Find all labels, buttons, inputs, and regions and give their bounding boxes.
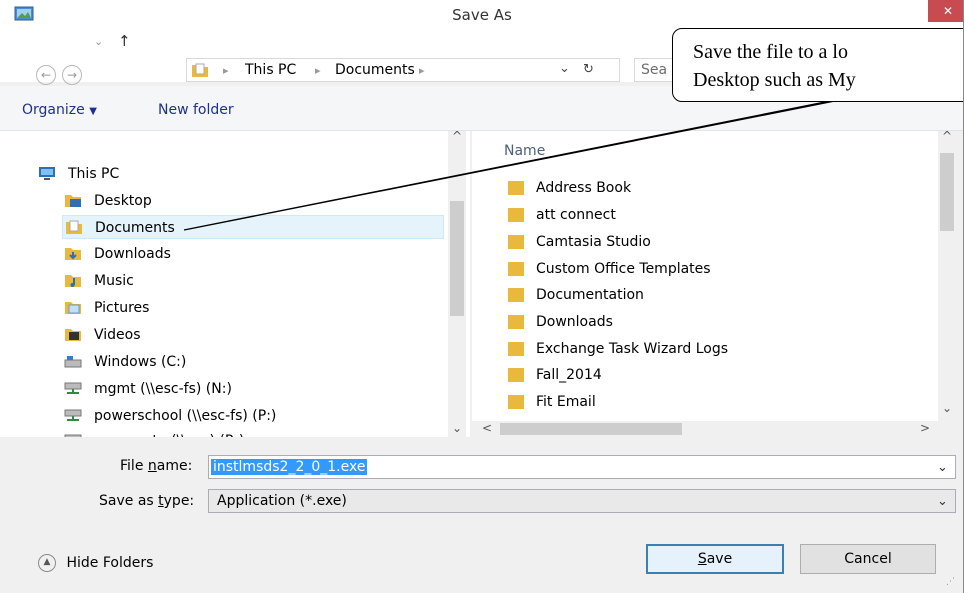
file-list-horizontal-scrollbar[interactable]: < > [472, 421, 938, 437]
address-dropdown-icon[interactable]: ⌄ [559, 61, 570, 76]
callout-line-2: Desktop such as My [693, 69, 856, 91]
navigation-scrollbar[interactable]: ^ ⌄ [448, 129, 466, 437]
scrollbar-thumb[interactable] [450, 201, 464, 316]
organize-button[interactable]: Organize ▼ [22, 102, 97, 118]
up-arrow-icon[interactable]: ↑ [118, 32, 131, 50]
nav-item-label: Videos [94, 327, 141, 343]
hide-folders-button[interactable]: ▲ Hide Folders [38, 554, 153, 572]
nav-item-label: Downloads [94, 246, 171, 262]
downloads-folder-icon [65, 248, 81, 260]
nav-item-documents[interactable]: Documents [62, 215, 444, 239]
folder-icon [508, 288, 524, 302]
pictures-folder-icon [65, 302, 81, 314]
resize-grip-icon[interactable]: ⋰ [946, 577, 955, 587]
window-title: Save As [452, 6, 512, 24]
cancel-button[interactable]: Cancel [800, 544, 936, 574]
close-button[interactable]: ✕ [928, 0, 963, 22]
save-as-dialog: Save As ✕ ← → ⌄ ↑ ▸ This PC ▸ Documents … [0, 0, 964, 593]
documents-folder-icon [66, 220, 82, 234]
file-name-field[interactable]: instlmsds2_2_0_1.exe ⌄ [208, 455, 956, 479]
network-drive-icon [64, 382, 82, 394]
organize-label: Organize [22, 102, 85, 118]
refresh-icon[interactable]: ↻ [583, 62, 594, 77]
scroll-up-icon[interactable]: ^ [452, 129, 462, 143]
nav-item-label: Documents [95, 220, 175, 236]
tutorial-callout: Save the file to a lo Desktop such as My [672, 28, 963, 102]
nav-item-label: This PC [68, 166, 120, 182]
videos-folder-icon [65, 329, 81, 341]
folder-icon [508, 181, 524, 195]
breadcrumb-separator-icon: ▸ [315, 64, 321, 77]
breadcrumb-this-pc[interactable]: This PC [245, 62, 296, 78]
folder-icon [508, 262, 524, 276]
computer-icon [39, 167, 55, 180]
documents-folder-icon [192, 63, 208, 77]
recent-locations-chevron-icon[interactable]: ⌄ [94, 35, 103, 48]
close-icon: ✕ [942, 4, 954, 18]
nav-item-label: mgmt (\\esc-fs) (N:) [94, 381, 232, 397]
folder-icon [508, 235, 524, 249]
nav-item-label: Windows (C:) [94, 354, 187, 370]
drive-icon [64, 356, 82, 368]
title-bar: Save As ✕ [0, 0, 963, 30]
save-options-area: File name: instlmsds2_2_0_1.exe ⌄ Save a… [0, 437, 963, 593]
save-type-select[interactable]: Application (*.exe) ⌄ [208, 489, 956, 513]
music-folder-icon [65, 275, 81, 287]
nav-item-label: Pictures [94, 300, 150, 316]
scroll-down-icon[interactable]: ⌄ [452, 421, 462, 435]
scrollbar-thumb[interactable] [940, 153, 954, 231]
save-button[interactable]: Save [646, 544, 784, 574]
scrollbar-thumb[interactable] [500, 423, 682, 435]
desktop-folder-icon [65, 195, 81, 207]
hide-folders-label: Hide Folders [66, 555, 154, 571]
folder-icon [508, 368, 524, 382]
file-name-dropdown-icon[interactable]: ⌄ [937, 457, 948, 479]
new-folder-button[interactable]: New folder [158, 102, 234, 118]
back-arrow-icon: ← [40, 68, 52, 82]
file-name-value: instlmsds2_2_0_1.exe [211, 459, 368, 475]
back-button[interactable]: ← [36, 65, 56, 85]
scroll-down-icon[interactable]: ⌄ [942, 401, 952, 415]
folder-icon [508, 208, 524, 222]
file-name-label: File name: [120, 458, 193, 474]
scroll-right-icon[interactable]: > [920, 421, 930, 435]
forward-button[interactable]: → [62, 65, 82, 85]
nav-item-label: roommate (\\esc) (R:) [94, 429, 244, 437]
folder-icon [508, 315, 524, 329]
column-header-name[interactable]: Name [504, 143, 545, 159]
search-placeholder: Sea [641, 62, 668, 78]
file-list: Name Address Book att connect Camtasia S… [472, 131, 938, 421]
scroll-up-icon[interactable]: ^ [942, 129, 952, 143]
folder-icon [508, 395, 524, 409]
navigation-pane: This PC Desktop Documents Downloads Musi… [0, 131, 470, 437]
nav-item-label: Desktop [94, 193, 152, 209]
breadcrumb-separator-icon: ▸ [223, 64, 229, 77]
breadcrumb-documents[interactable]: Documents [335, 62, 415, 78]
save-type-label: Save as type: [99, 493, 195, 509]
address-bar[interactable]: ▸ This PC ▸ Documents ▸ ⌄ ↻ [186, 58, 620, 82]
nav-item-label: powerschool (\\esc-fs) (P:) [94, 408, 277, 424]
dropdown-arrow-icon: ▼ [89, 106, 97, 117]
nav-item-label: Music [94, 273, 134, 289]
network-drive-icon [64, 409, 82, 421]
folder-icon [508, 342, 524, 356]
forward-arrow-icon: → [66, 68, 78, 82]
save-type-dropdown-icon[interactable]: ⌄ [937, 491, 948, 513]
file-list-scrollbar[interactable]: ^ ⌄ [938, 129, 956, 421]
breadcrumb-separator-icon: ▸ [419, 64, 425, 77]
callout-line-1: Save the file to a lo [693, 41, 848, 63]
scroll-left-icon[interactable]: < [482, 421, 492, 435]
save-type-value: Application (*.exe) [217, 493, 347, 509]
collapse-chevron-icon: ▲ [38, 554, 56, 572]
